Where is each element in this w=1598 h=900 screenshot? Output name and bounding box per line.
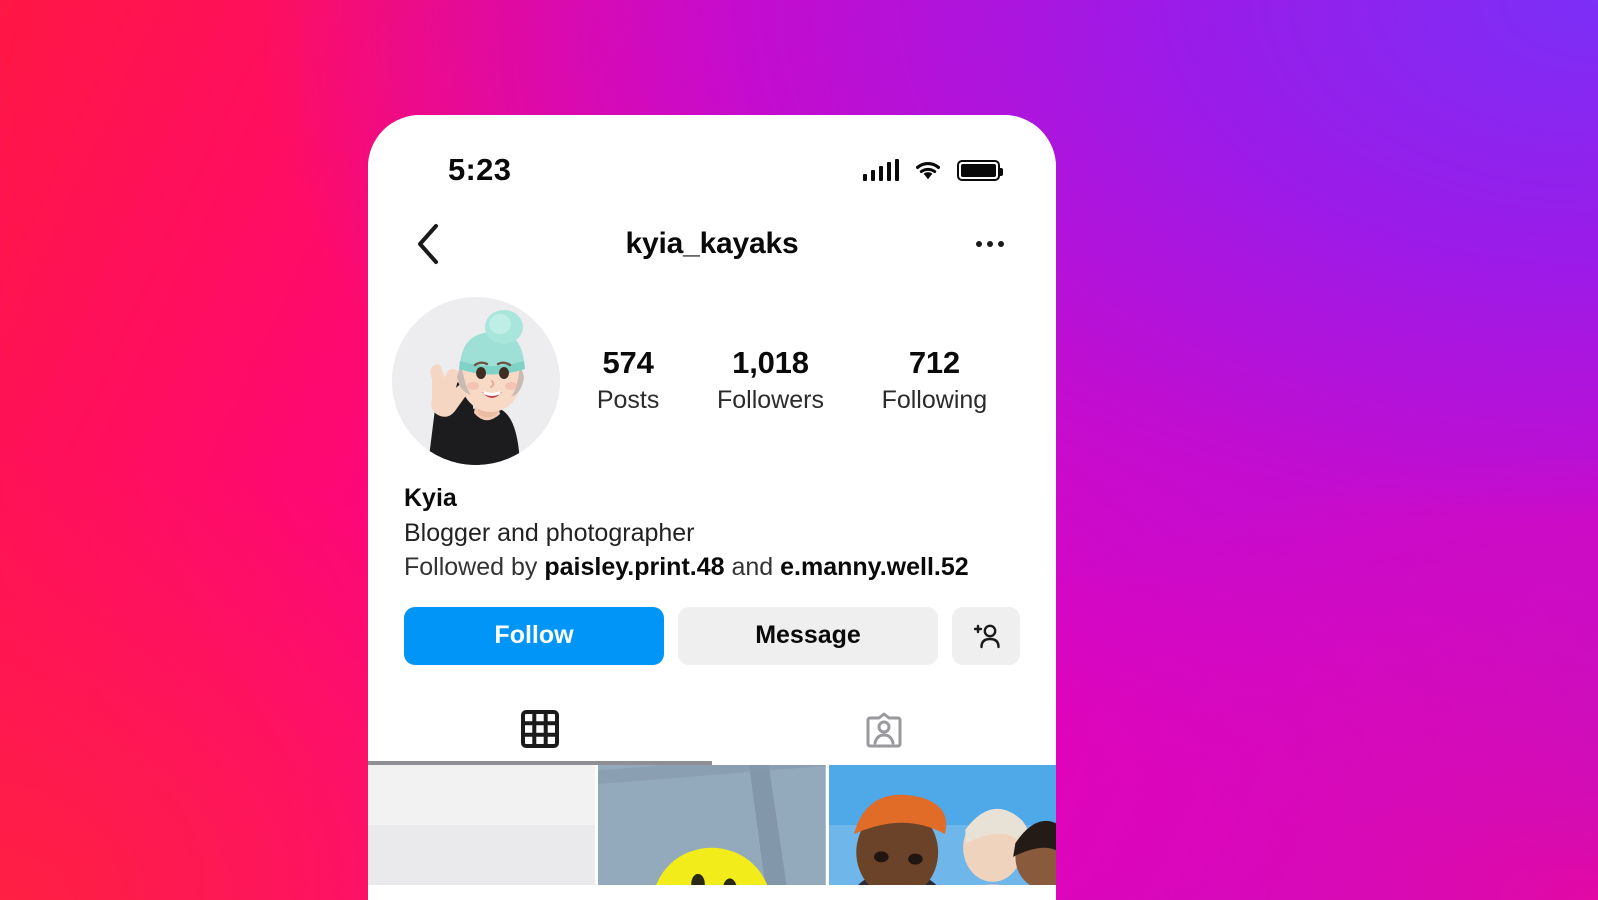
status-icons	[862, 159, 1003, 181]
profile-bio: Kyia Blogger and photographer Followed b…	[368, 465, 1056, 585]
tab-tagged[interactable]	[712, 693, 1056, 765]
post-image-2	[598, 764, 826, 885]
profile-stats: 574 Posts 1,018 Followers 712 Following	[560, 344, 1016, 418]
stat-following-value: 712	[908, 345, 960, 381]
followed-by-user-1[interactable]: paisley.print.48	[544, 553, 724, 581]
page-title: kyia_kayaks	[625, 227, 799, 260]
tab-posts-grid[interactable]	[368, 693, 712, 765]
stat-posts[interactable]: 574 Posts	[591, 344, 666, 418]
stat-followers[interactable]: 1,018 Followers	[711, 344, 830, 418]
chevron-left-icon	[418, 224, 438, 264]
cellular-signal-icon	[862, 159, 899, 181]
more-options-button[interactable]	[964, 218, 1016, 270]
post-thumbnail[interactable]	[828, 764, 1056, 885]
follow-button[interactable]: Follow	[404, 606, 664, 665]
phone-frame: 5:23 kyia_kayaks 574 Posts 1,018 Followe…	[368, 115, 1056, 900]
post-image-3	[828, 764, 1056, 885]
post-thumbnail[interactable]	[368, 764, 596, 885]
profile-nav-bar: kyia_kayaks	[368, 203, 1056, 285]
bio-text: Blogger and photographer	[404, 518, 695, 547]
status-time: 5:23	[448, 152, 512, 187]
posts-grid	[368, 764, 1056, 885]
post-thumbnail[interactable]	[598, 764, 826, 885]
stat-posts-label: Posts	[596, 386, 660, 415]
followed-by-user-2[interactable]: e.manny.well.52	[780, 553, 969, 581]
avatar[interactable]	[392, 297, 560, 465]
stat-followers-value: 1,018	[732, 345, 809, 381]
stat-posts-value: 574	[602, 345, 654, 381]
avatar-illustration-icon	[392, 297, 560, 465]
more-dot	[998, 241, 1004, 247]
status-bar: 5:23	[368, 115, 1056, 203]
display-name: Kyia	[404, 484, 457, 512]
stat-followers-label: Followers	[716, 386, 824, 415]
grid-icon	[521, 709, 559, 748]
add-person-button[interactable]	[952, 606, 1020, 665]
battery-full-icon	[957, 160, 1003, 181]
back-button[interactable]	[402, 218, 454, 270]
wifi-icon	[914, 160, 942, 181]
phone-screen: 5:23 kyia_kayaks 574 Posts 1,018 Followe…	[368, 115, 1056, 900]
post-image-1	[368, 764, 596, 885]
stat-following-label: Following	[881, 386, 988, 415]
add-person-icon	[973, 624, 1000, 648]
followed-by-conjunction: and	[724, 553, 781, 581]
followed-by-text: Followed by paisley.print.48 and e.manny…	[404, 550, 1016, 585]
message-button[interactable]: Message	[678, 606, 938, 665]
profile-tabs	[368, 693, 1056, 765]
tagged-person-icon	[866, 712, 902, 747]
more-dot	[987, 241, 993, 247]
more-dot	[976, 241, 982, 247]
stat-following[interactable]: 712 Following	[876, 344, 994, 418]
profile-header: 574 Posts 1,018 Followers 712 Following	[368, 285, 1056, 465]
profile-actions: Follow Message	[368, 585, 1056, 665]
followed-by-prefix: Followed by	[404, 553, 545, 581]
